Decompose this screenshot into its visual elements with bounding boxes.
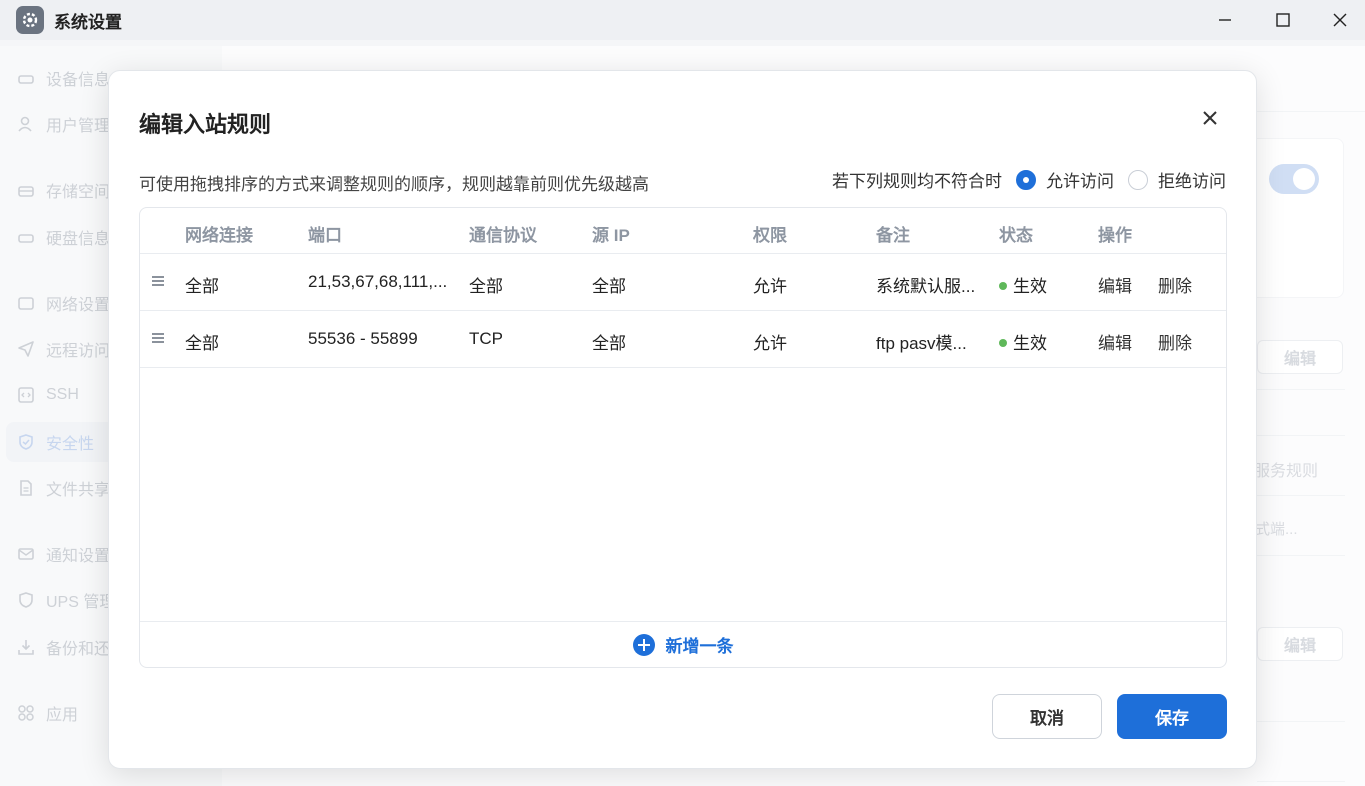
default-policy-label: 若下列规则均不符合时: [832, 172, 1002, 191]
save-button[interactable]: 保存: [1117, 694, 1227, 739]
status-dot-icon: [999, 339, 1007, 347]
cell-source-ip: 全部: [592, 334, 626, 353]
minimize-icon: [1219, 19, 1231, 21]
close-icon: [1333, 13, 1347, 27]
close-window-button[interactable]: [1310, 0, 1365, 40]
table-row[interactable]: 全部 55536 - 55899 TCP 全部 允许 ftp pasv模... …: [140, 311, 1226, 368]
edit-rule-link[interactable]: 编辑: [1098, 329, 1132, 354]
cell-protocol: 全部: [469, 277, 503, 296]
delete-rule-link[interactable]: 删除: [1158, 329, 1192, 354]
minimize-button[interactable]: [1195, 0, 1255, 40]
default-policy-group: 若下列规则均不符合时 允许访问 拒绝访问: [832, 167, 1226, 192]
delete-rule-link[interactable]: 删除: [1158, 272, 1192, 297]
cell-source-ip: 全部: [592, 277, 626, 296]
radio-allow[interactable]: [1016, 169, 1036, 190]
column-header: 源 IP: [592, 226, 630, 245]
cell-permission: 允许: [753, 277, 787, 296]
cell-network: 全部: [185, 334, 219, 353]
settings-gear-icon: [16, 6, 44, 34]
dialog-title: 编辑入站规则: [139, 112, 272, 137]
window-title: 系统设置: [54, 12, 122, 32]
column-header: 操作: [1098, 226, 1132, 245]
status-text: 生效: [1013, 277, 1047, 296]
column-header: 网络连接: [185, 226, 253, 245]
status-dot-icon: [999, 282, 1007, 290]
cell-protocol: TCP: [469, 329, 503, 348]
column-header: 备注: [876, 226, 910, 245]
add-rule-button[interactable]: 新增一条: [140, 621, 1226, 667]
edit-rule-link[interactable]: 编辑: [1098, 272, 1132, 297]
rules-table: 网络连接 端口 通信协议 源 IP 权限 备注 状态 操作 全部 21,53,6…: [139, 207, 1227, 668]
title-bar: 系统设置: [0, 0, 1365, 40]
radio-allow-label[interactable]: 允许访问: [1046, 167, 1114, 192]
dialog-close-button[interactable]: [1197, 105, 1223, 131]
cancel-button[interactable]: 取消: [992, 694, 1102, 739]
drag-handle-icon[interactable]: [152, 276, 164, 286]
maximize-button[interactable]: [1253, 0, 1313, 40]
cell-permission: 允许: [753, 334, 787, 353]
drag-handle-icon[interactable]: [152, 333, 164, 343]
cell-port: 55536 - 55899: [308, 329, 418, 348]
status-text: 生效: [1013, 334, 1047, 353]
radio-deny[interactable]: [1128, 169, 1148, 190]
column-header: 状态: [999, 226, 1033, 245]
column-header: 权限: [753, 226, 787, 245]
cell-note: ftp pasv模...: [876, 334, 967, 353]
column-header: 通信协议: [469, 226, 537, 245]
column-header: 端口: [308, 226, 342, 245]
close-icon: [1203, 111, 1217, 125]
add-rule-label: 新增一条: [665, 637, 734, 656]
edit-inbound-rules-dialog: 编辑入站规则 可使用拖拽排序的方式来调整规则的顺序，规则越靠前则优先级越高 若下…: [108, 70, 1257, 769]
cell-status: 生效: [999, 272, 1047, 297]
drag-sort-hint: 可使用拖拽排序的方式来调整规则的顺序，规则越靠前则优先级越高: [139, 175, 649, 194]
cell-status: 生效: [999, 329, 1047, 354]
plus-circle-icon: [632, 633, 655, 656]
maximize-icon: [1276, 13, 1290, 27]
cell-port: 21,53,67,68,111,...: [308, 272, 448, 291]
cell-network: 全部: [185, 277, 219, 296]
table-row[interactable]: 全部 21,53,67,68,111,... 全部 全部 允许 系统默认服...…: [140, 254, 1226, 311]
radio-deny-label[interactable]: 拒绝访问: [1158, 167, 1226, 192]
cell-note: 系统默认服...: [876, 277, 976, 296]
table-header: 网络连接 端口 通信协议 源 IP 权限 备注 状态 操作: [140, 208, 1226, 254]
